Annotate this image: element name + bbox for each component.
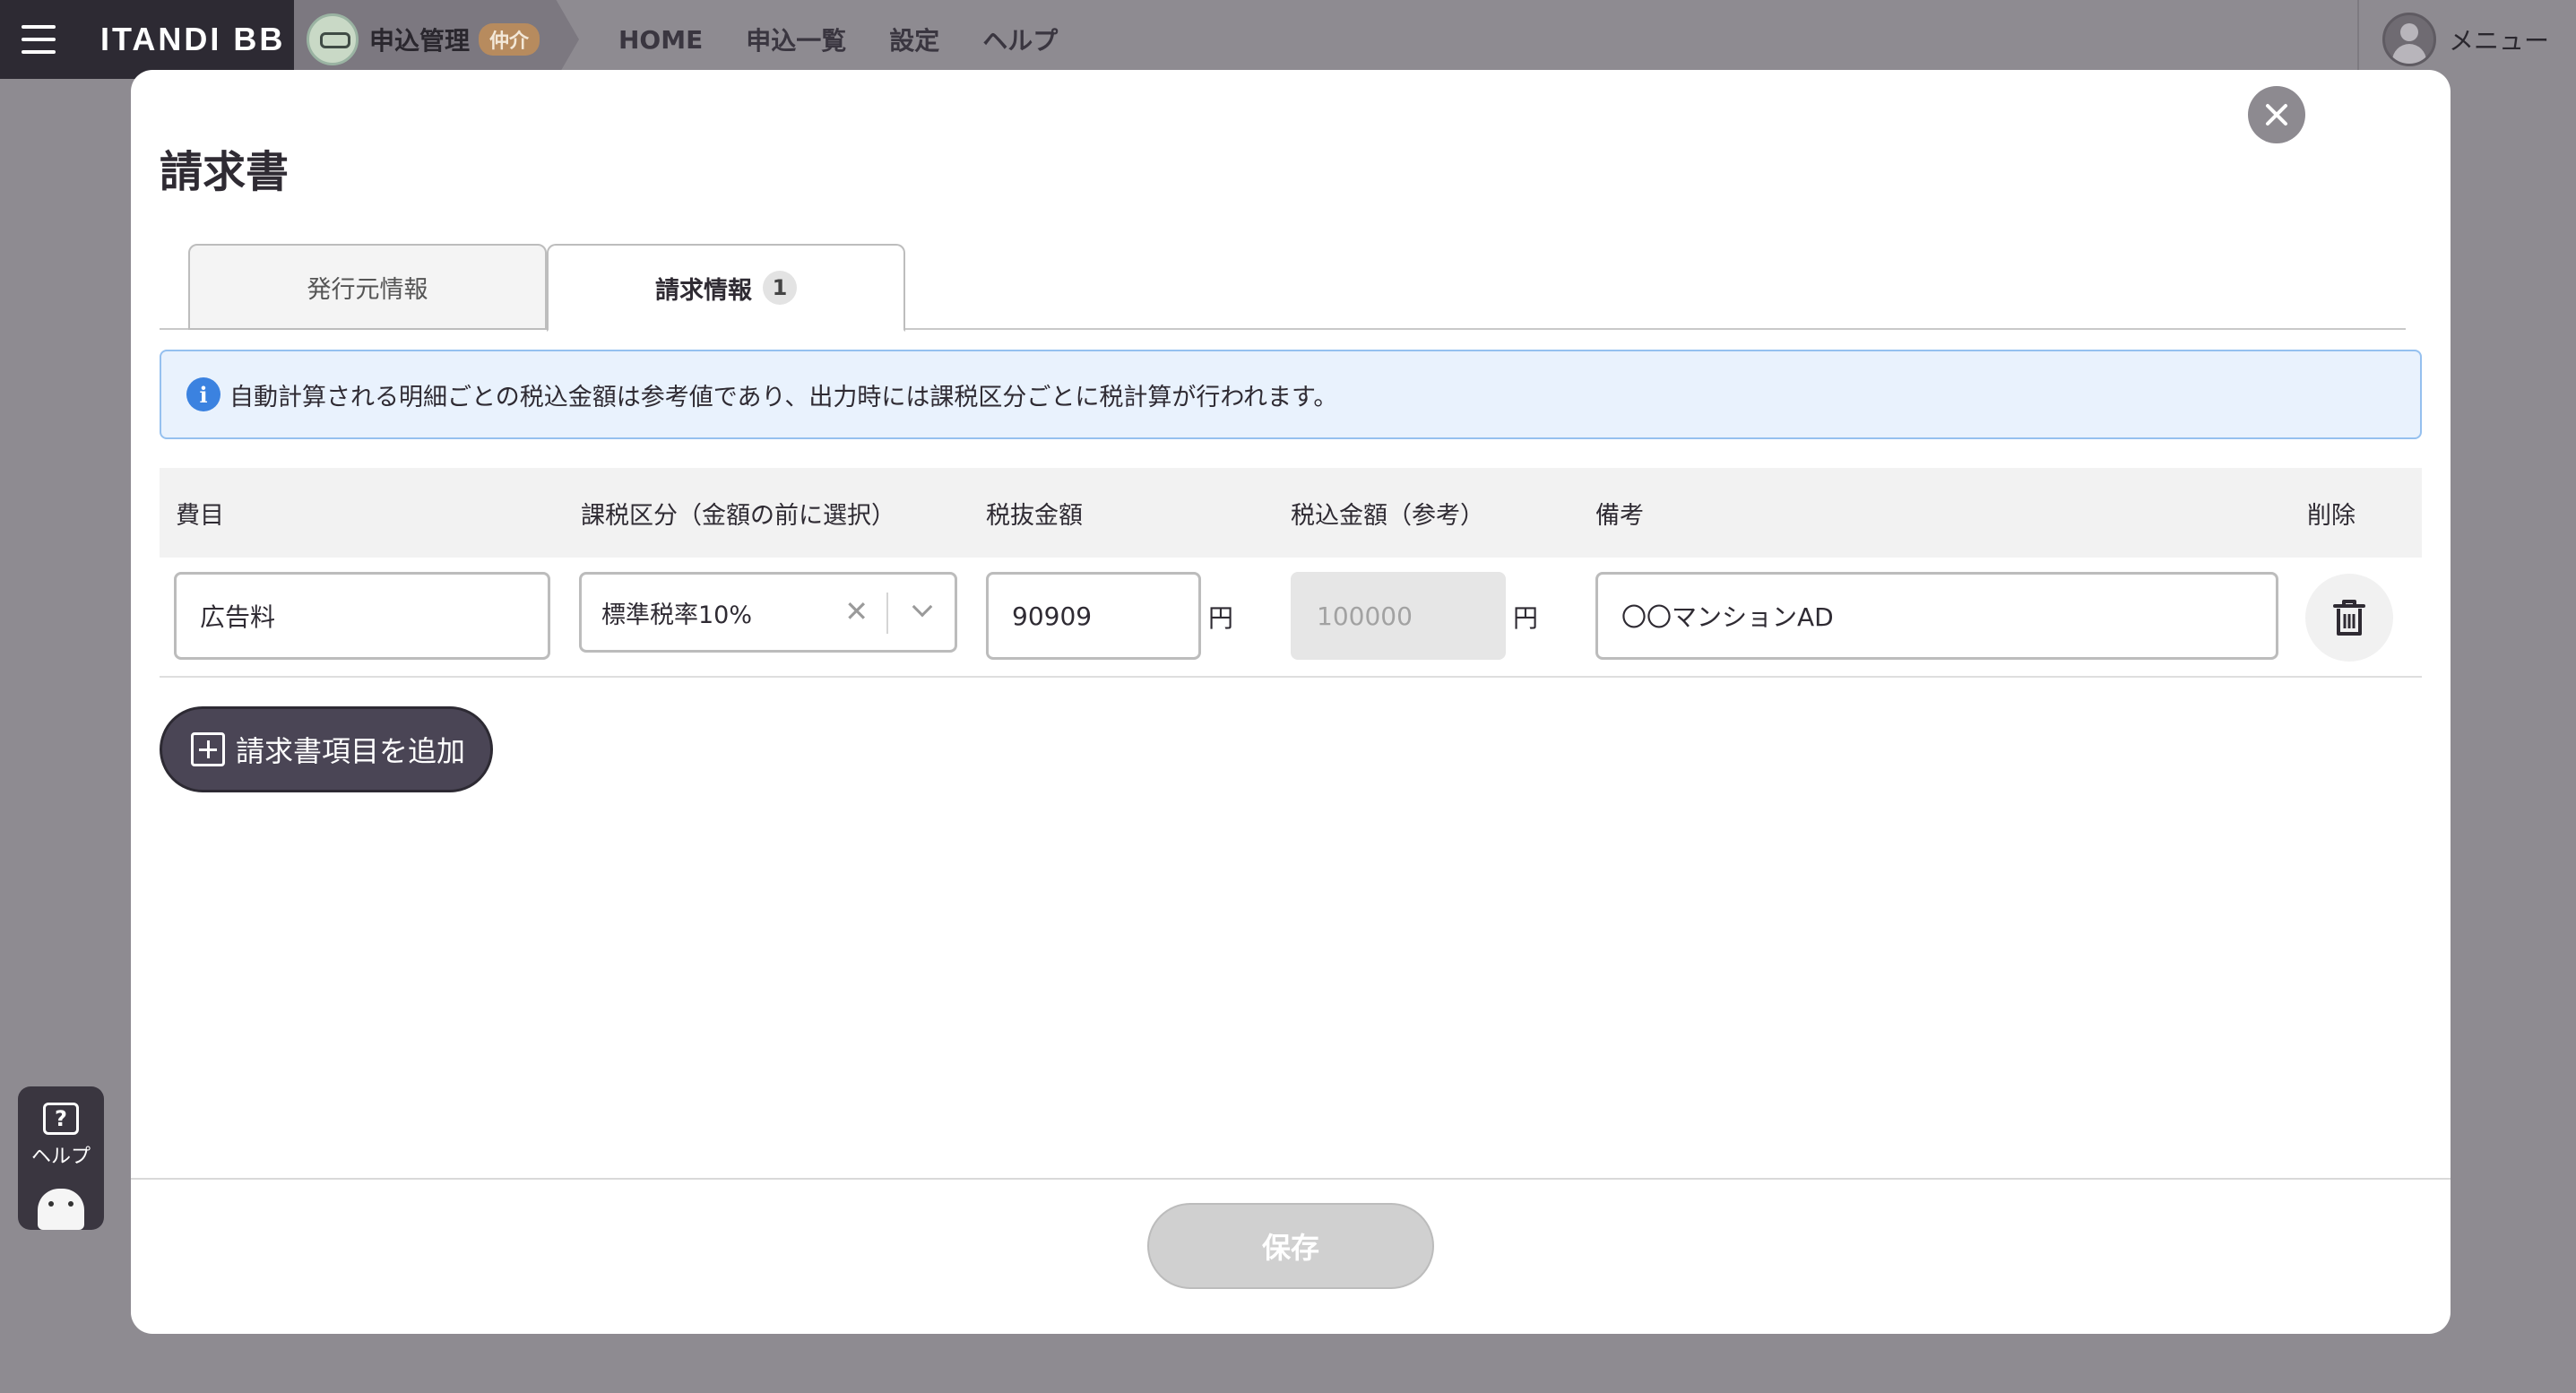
item-input[interactable]: 広告料 xyxy=(174,572,550,660)
app-badge: 仲介 xyxy=(479,23,540,56)
amount-in-field: 100000 xyxy=(1291,572,1506,660)
help-widget[interactable]: ? ヘルプ xyxy=(18,1086,104,1230)
modal-title: 請求書 xyxy=(160,147,290,197)
nav-home[interactable]: HOME xyxy=(618,25,703,55)
nav-applications[interactable]: 申込一覧 xyxy=(746,22,846,57)
row-divider xyxy=(160,676,2422,678)
tab-billing-info[interactable]: 請求情報 1 xyxy=(547,244,905,332)
col-item: 費目 xyxy=(176,501,224,530)
question-icon: ? xyxy=(43,1103,79,1135)
info-icon: i xyxy=(186,377,220,411)
close-button[interactable] xyxy=(2248,86,2305,143)
col-amount-ex: 税抜金額 xyxy=(986,501,1083,530)
tax-class-value: 標準税率10% xyxy=(601,601,753,629)
app-title: 申込管理 xyxy=(369,26,471,56)
close-icon xyxy=(2266,104,2287,125)
app-switcher[interactable]: 申込管理 仲介 xyxy=(294,0,579,79)
user-menu[interactable]: メニュー xyxy=(2357,0,2576,79)
footer-divider xyxy=(131,1178,2451,1180)
amount-in-unit: 円 xyxy=(1513,603,1539,633)
table-header: 費目 課税区分（金額の前に選択） 税抜金額 税込金額（参考） 備考 削除 xyxy=(160,468,2422,558)
nav-settings[interactable]: 設定 xyxy=(889,22,939,57)
tab-count-badge: 1 xyxy=(763,271,797,305)
save-button[interactable]: 保存 xyxy=(1147,1203,1434,1289)
clear-icon[interactable]: ✕ xyxy=(844,594,869,628)
col-tax-class: 課税区分（金額の前に選択） xyxy=(581,501,895,530)
user-avatar-icon xyxy=(2382,13,2436,66)
amount-ex-unit: 円 xyxy=(1208,603,1234,633)
select-divider xyxy=(886,593,888,634)
top-bar: ITANDI BB 申込管理 仲介 HOME 申込一覧 設定 ヘルプ メニュー xyxy=(0,0,2576,79)
col-note: 備考 xyxy=(1595,501,1644,530)
tab-billing-info-label: 請求情報 xyxy=(655,276,752,305)
hamburger-menu-icon[interactable] xyxy=(0,0,79,79)
user-menu-label: メニュー xyxy=(2449,26,2550,56)
top-nav: HOME 申込一覧 設定 ヘルプ xyxy=(618,0,1058,79)
tab-issuer-info-label: 発行元情報 xyxy=(307,275,428,304)
app-mascot-icon xyxy=(307,13,359,65)
note-input[interactable]: 〇〇マンションAD xyxy=(1595,572,2278,660)
plus-square-icon xyxy=(191,732,225,766)
bear-mascot-icon xyxy=(38,1189,84,1230)
add-invoice-item-label: 請求書項目を追加 xyxy=(236,734,466,768)
nav-help[interactable]: ヘルプ xyxy=(982,22,1058,57)
delete-row-button[interactable] xyxy=(2305,574,2393,662)
add-invoice-item-button[interactable]: 請求書項目を追加 xyxy=(160,706,493,792)
col-amount-in: 税込金額（参考） xyxy=(1291,501,1484,530)
col-delete: 削除 xyxy=(2307,501,2356,530)
info-text: 自動計算される明細ごとの税込金額は参考値であり、出力時には課税区分ごとに税計算が… xyxy=(229,383,1338,411)
tab-issuer-info[interactable]: 発行元情報 xyxy=(188,244,547,330)
chevron-down-icon[interactable] xyxy=(912,596,933,618)
info-notice: i 自動計算される明細ごとの税込金額は参考値であり、出力時には課税区分ごとに税計… xyxy=(160,350,2422,439)
help-widget-label: ヘルプ xyxy=(30,1146,91,1168)
amount-ex-input[interactable]: 90909 xyxy=(986,572,1201,660)
tax-class-select[interactable]: 標準税率10% ✕ xyxy=(579,572,957,653)
brand-logo[interactable]: ITANDI BB xyxy=(79,0,294,79)
trash-icon xyxy=(2333,600,2365,636)
